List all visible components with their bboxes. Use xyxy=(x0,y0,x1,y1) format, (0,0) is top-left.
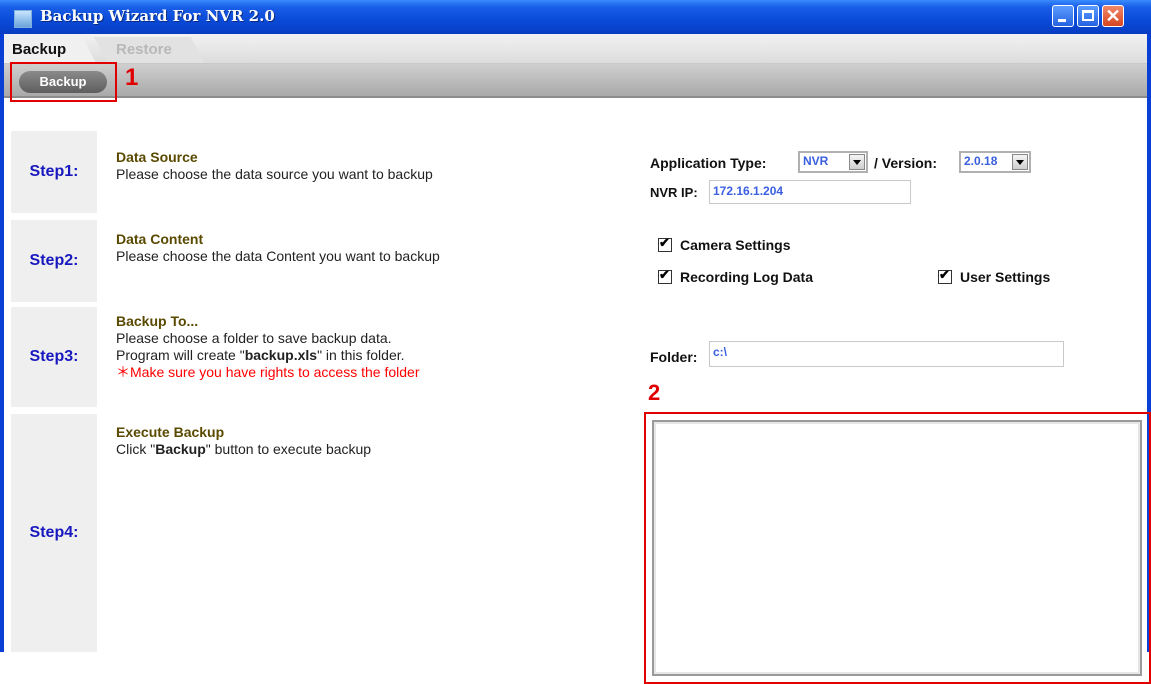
app-icon xyxy=(14,10,32,28)
main-content: Restore Backup Backup 1 Step1: Data Sour… xyxy=(4,34,1151,684)
minimize-icon xyxy=(1058,19,1066,22)
chevron-down-icon[interactable] xyxy=(849,154,865,170)
step3-note: Program will create "backup.xls" in this… xyxy=(116,347,419,364)
step4-description: Click "Backup" button to execute backup xyxy=(116,441,371,458)
folder-label: Folder: xyxy=(650,349,698,365)
highlight-box-1 xyxy=(10,62,117,102)
step2-label: Step2: xyxy=(11,220,97,302)
step1-text: Data Source Please choose the data sourc… xyxy=(116,149,433,183)
step3-description: Please choose a folder to save backup da… xyxy=(116,330,392,346)
step3-label: Step3: xyxy=(11,307,97,407)
backup-log-textarea[interactable] xyxy=(652,420,1142,676)
step3-warning: ＊Make sure you have rights to access the… xyxy=(116,364,420,380)
toolbar: Backup 1 xyxy=(4,62,1147,102)
close-button[interactable]: ✕ xyxy=(1102,5,1124,27)
title-bar[interactable]: Backup Wizard For NVR 2.0 ✕ xyxy=(0,0,1151,34)
step2-text: Data Content Please choose the data Cont… xyxy=(116,231,440,265)
checkbox-checked-icon[interactable] xyxy=(938,267,952,284)
app-window: Backup Wizard For NVR 2.0 ✕ Restore Back… xyxy=(0,0,1151,684)
folder-input[interactable]: c:\ xyxy=(709,341,1064,367)
version-select[interactable]: 2.0.18 xyxy=(959,151,1031,173)
application-type-select[interactable]: NVR xyxy=(798,151,868,173)
recording-log-label: Recording Log Data xyxy=(680,269,814,285)
application-type-label: Application Type: xyxy=(650,155,767,171)
application-type-value: NVR xyxy=(803,154,829,168)
maximize-button[interactable] xyxy=(1077,5,1099,27)
window-title: Backup Wizard For NVR 2.0 xyxy=(40,7,275,25)
maximize-icon xyxy=(1082,10,1094,21)
step1-label: Step1: xyxy=(11,131,97,213)
tab-backup[interactable]: Backup xyxy=(4,37,96,63)
step1-heading: Data Source xyxy=(116,149,198,165)
close-icon: ✕ xyxy=(1105,6,1121,26)
minimize-button[interactable] xyxy=(1052,5,1074,27)
version-value: 2.0.18 xyxy=(964,154,998,168)
step4-desc-suffix: " button to execute backup xyxy=(205,441,372,457)
step4-desc-prefix: Click " xyxy=(116,441,156,457)
tab-restore[interactable]: Restore xyxy=(94,37,204,63)
nvr-ip-input[interactable]: 172.16.1.204 xyxy=(709,180,911,204)
step3-text: Backup To... Please choose a folder to s… xyxy=(116,313,419,381)
camera-settings-label: Camera Settings xyxy=(680,237,791,253)
nvr-ip-label: NVR IP: xyxy=(650,185,698,200)
step3-note-suffix: " in this folder. xyxy=(317,347,405,363)
user-settings-label: User Settings xyxy=(960,269,1051,285)
step4-label: Step4: xyxy=(11,414,97,652)
step2-heading: Data Content xyxy=(116,231,204,247)
step4-heading: Execute Backup xyxy=(116,424,225,440)
version-label: / Version: xyxy=(874,155,938,171)
chevron-down-icon[interactable] xyxy=(1012,154,1028,170)
step2-description: Please choose the data Content you want … xyxy=(116,248,440,264)
user-settings-checkbox[interactable]: User Settings xyxy=(938,267,1051,285)
recording-log-checkbox[interactable]: Recording Log Data xyxy=(658,267,814,285)
checkbox-checked-icon[interactable] xyxy=(658,267,672,284)
step3-heading: Backup To... xyxy=(116,313,199,329)
tab-bar: Restore Backup xyxy=(4,34,1147,64)
camera-settings-checkbox[interactable]: Camera Settings xyxy=(658,235,791,253)
step4-text: Execute Backup Click "Backup" button to … xyxy=(116,424,371,458)
step3-note-file: backup.xls xyxy=(244,347,318,363)
step1-description: Please choose the data source you want t… xyxy=(116,166,433,182)
step4-desc-button: Backup xyxy=(155,441,206,457)
checkbox-checked-icon[interactable] xyxy=(658,235,672,252)
step3-note-prefix: Program will create " xyxy=(116,347,245,363)
annotation-2: 2 xyxy=(648,380,661,405)
annotation-1: 1 xyxy=(125,64,139,91)
